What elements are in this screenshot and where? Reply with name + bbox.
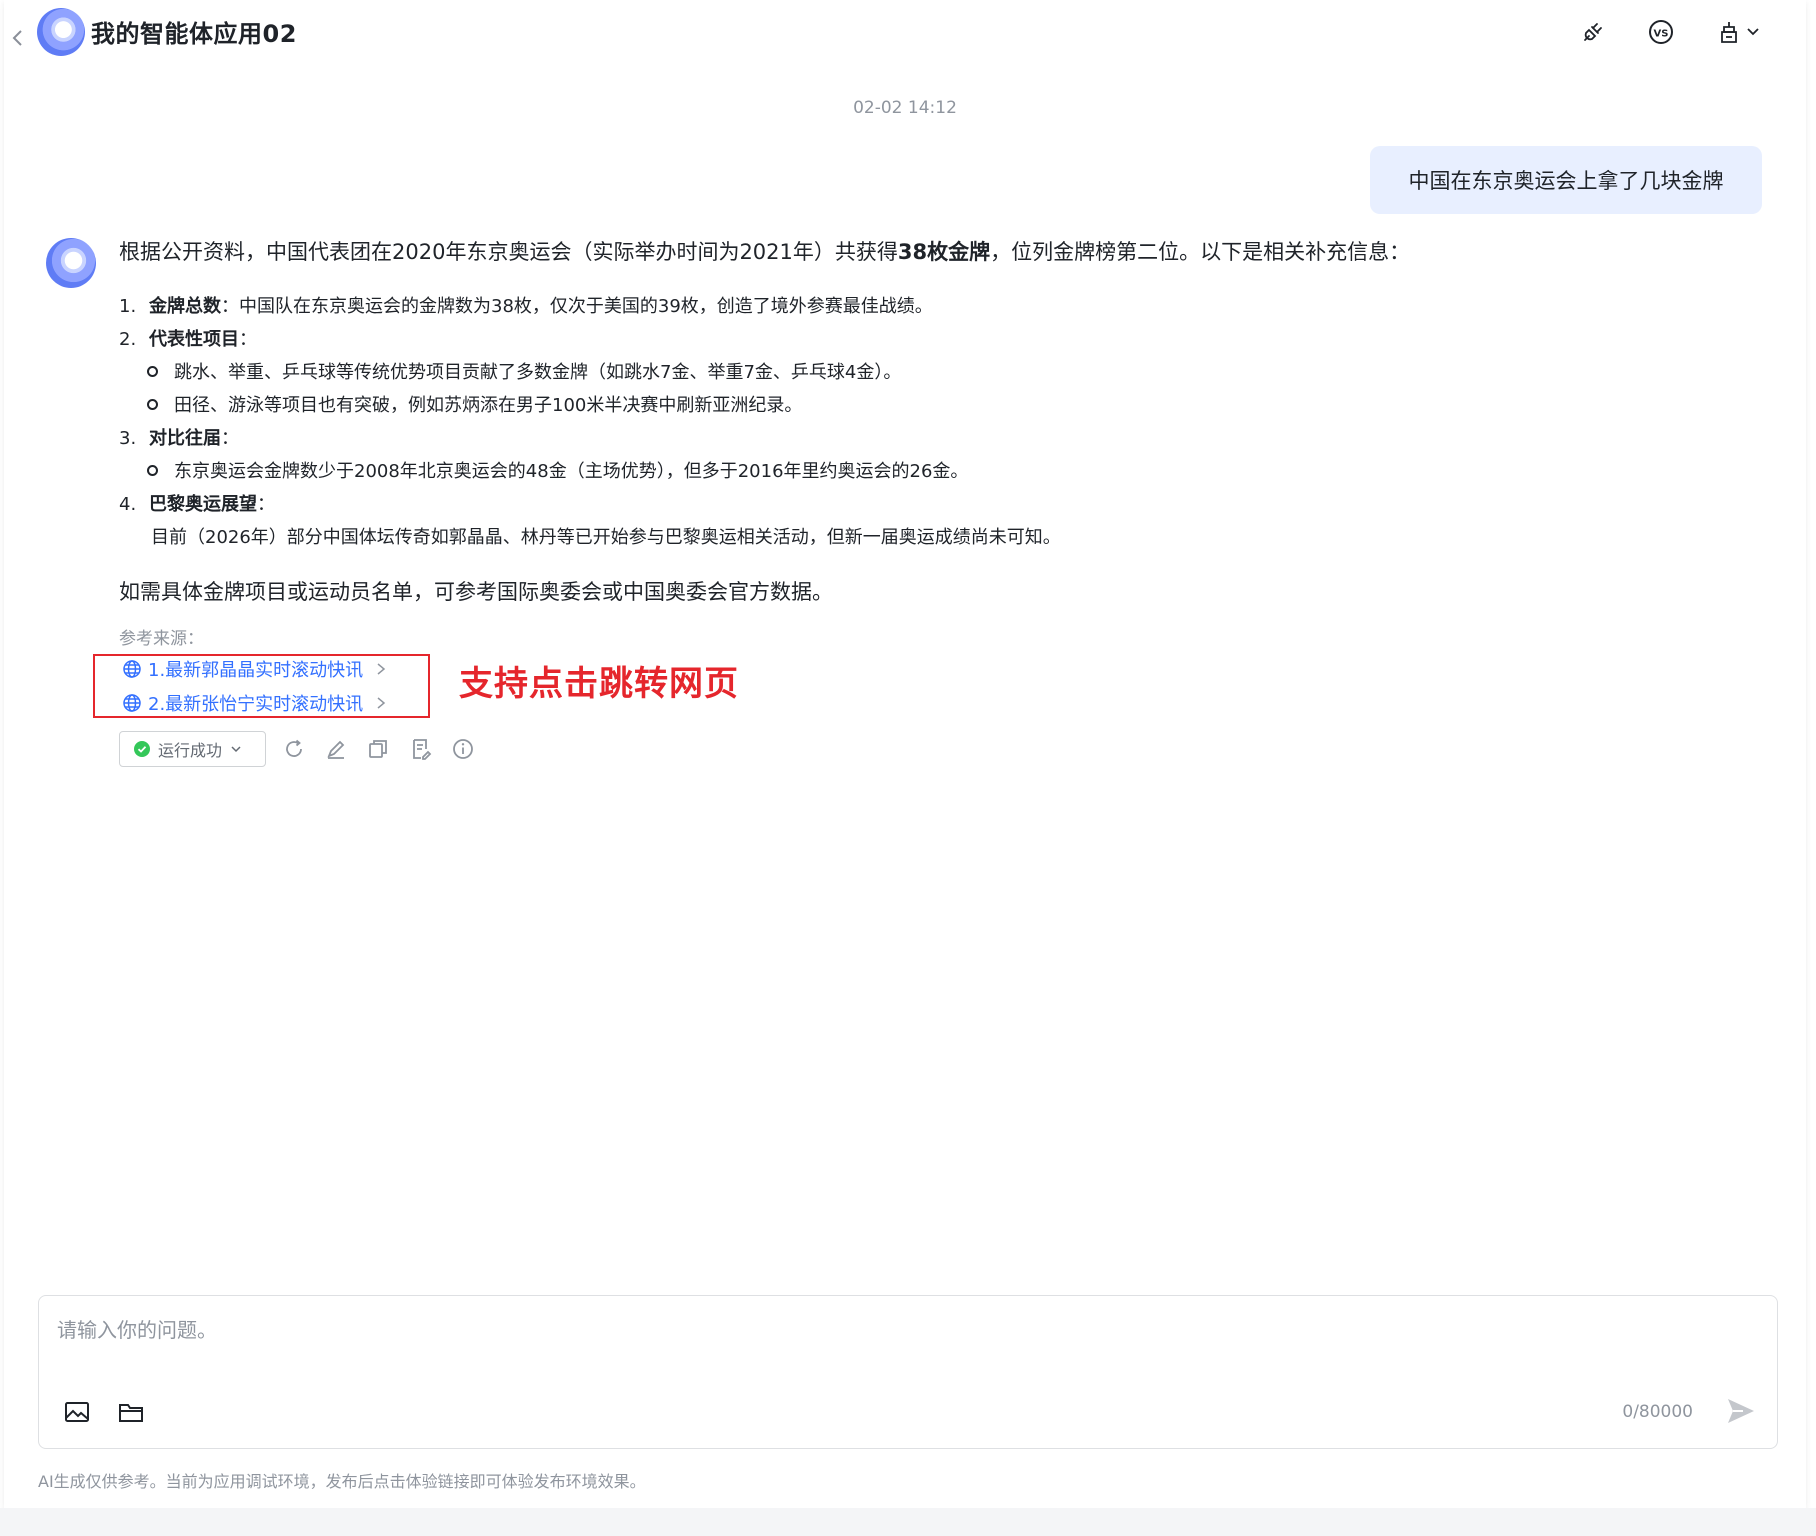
reference-link-2[interactable]: 2.最新张怡宁实时滚动快讯 xyxy=(122,690,387,716)
list-item: 东京奥运会金牌数少于2008年北京奥运会的48金（主场优势），但多于2016年里… xyxy=(147,457,968,483)
refresh-icon[interactable] xyxy=(282,737,306,761)
globe-icon xyxy=(123,694,141,712)
chevron-down-icon[interactable] xyxy=(1746,24,1760,38)
page-title: 我的智能体应用02 xyxy=(91,20,297,48)
list-item: 跳水、举重、乒乓球等传统优势项目贡献了多数金牌（如跳水7金、举重7金、乒乓球4金… xyxy=(147,358,901,384)
run-status-label: 运行成功 xyxy=(158,741,223,760)
vs-icon[interactable]: VS xyxy=(1647,18,1675,46)
list-item: 2. 代表性项目： xyxy=(119,329,257,350)
copy-icon[interactable] xyxy=(366,737,390,761)
chevron-right-icon xyxy=(377,663,386,675)
assistant-avatar xyxy=(46,238,96,288)
edit-icon[interactable] xyxy=(324,737,348,761)
bottom-strip xyxy=(0,1508,1816,1536)
note-icon[interactable] xyxy=(409,737,433,761)
chat-input[interactable] xyxy=(55,1312,1719,1372)
reference-link-1[interactable]: 1.最新郭晶晶实时滚动快讯 xyxy=(122,656,387,682)
run-status-dropdown[interactable]: 运行成功 xyxy=(119,731,266,767)
app-frame: 我的智能体应用02 VS 02-02 14:12 中国在东京奥运会上拿了几块金牌… xyxy=(4,0,1806,1508)
chevron-down-icon xyxy=(231,746,241,753)
answer-closing: 如需具体金牌项目或运动员名单，可参考国际奥委会或中国奥委会官方数据。 xyxy=(119,580,833,604)
info-icon[interactable] xyxy=(451,737,475,761)
list-item: 3. 对比往届： xyxy=(119,428,239,449)
tools-icon[interactable] xyxy=(1715,18,1743,46)
send-icon[interactable] xyxy=(1725,1395,1757,1427)
bullet-icon xyxy=(147,398,158,410)
char-counter: 0/80000 xyxy=(1622,1402,1693,1422)
app-avatar xyxy=(37,8,85,56)
references-label: 参考来源： xyxy=(119,629,204,649)
globe-icon xyxy=(123,660,141,678)
list-item: 4. 巴黎奥运展望： xyxy=(119,494,275,515)
assistant-answer: 根据公开资料，中国代表团在2020年东京奥运会（实际举办时间为2021年）共获得… xyxy=(119,236,1569,268)
chevron-right-icon xyxy=(377,697,386,709)
message-timestamp: 02-02 14:12 xyxy=(853,98,957,118)
check-circle-icon xyxy=(134,741,150,757)
user-message-bubble: 中国在东京奥运会上拿了几块金牌 xyxy=(1370,146,1762,214)
back-arrow-icon[interactable] xyxy=(8,26,28,50)
answer-intro: 根据公开资料，中国代表团在2020年东京奥运会（实际举办时间为2021年）共获得… xyxy=(119,240,1411,264)
folder-upload-icon[interactable] xyxy=(117,1398,145,1426)
bullet-icon xyxy=(147,464,158,476)
bullet-icon xyxy=(147,365,158,377)
annotation-label: 支持点击跳转网页 xyxy=(459,664,739,704)
list-item: 田径、游泳等项目也有突破，例如苏炳添在男子100米半决赛中刷新亚洲纪录。 xyxy=(147,391,802,417)
image-upload-icon[interactable] xyxy=(63,1398,91,1426)
chat-input-box: 0/80000 xyxy=(38,1295,1778,1449)
svg-text:VS: VS xyxy=(1654,29,1669,40)
footer-disclaimer: AI生成仅供参考。当前为应用调试环境，发布后点击体验链接即可体验发布环境效果。 xyxy=(38,1472,646,1491)
plug-icon[interactable] xyxy=(1579,18,1607,46)
list-item: 目前（2026年）部分中国体坛传奇如郭晶晶、林丹等已开始参与巴黎奥运相关活动，但… xyxy=(151,527,1061,548)
list-item: 1. 金牌总数：中国队在东京奥运会的金牌数为38枚，仅次于美国的39枚，创造了境外… xyxy=(119,296,933,317)
